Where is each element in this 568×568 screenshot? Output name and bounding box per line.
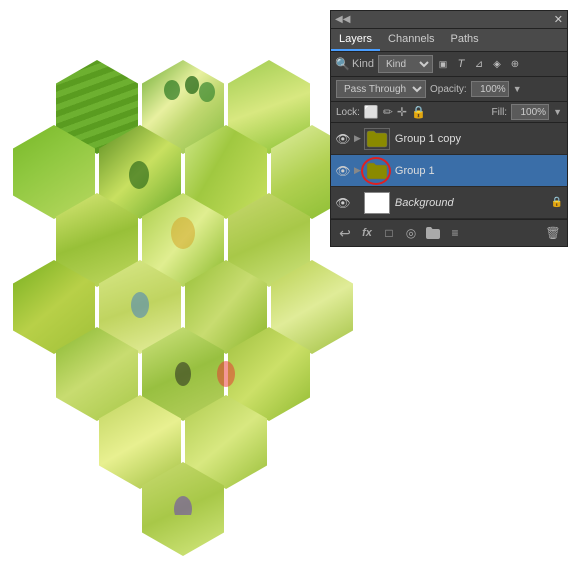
expand-icon-background: ▶ — [354, 197, 361, 208]
visibility-icon-background[interactable]: 👁 — [335, 195, 351, 211]
visibility-icon-group1[interactable]: 👁 — [335, 163, 351, 179]
fill-arrow[interactable]: ▼ — [553, 107, 562, 117]
layer-thumb-group1copy — [364, 128, 390, 150]
close-icon[interactable]: ✕ — [350, 13, 563, 26]
tab-paths[interactable]: Paths — [443, 29, 487, 51]
kind-label: Kind — [352, 58, 374, 70]
background-lock-icon: 🔒 — [551, 197, 563, 208]
lock-image-icon[interactable]: ✏ — [383, 105, 393, 119]
opacity-arrow[interactable]: ▼ — [513, 84, 522, 94]
expand-icon-group1copy[interactable]: ▶ — [354, 133, 361, 144]
layer-row-group1[interactable]: 👁 ▶ Group 1 — [331, 155, 567, 187]
link-icon[interactable]: ↩ — [336, 224, 354, 242]
icon-smart[interactable]: ⊕ — [507, 56, 523, 72]
folder-icon — [366, 130, 388, 148]
kind-toolbar: 🔍 Kind Kind ▣ T ⊿ ◈ ⊕ — [331, 52, 567, 77]
layer-name-background: Background — [393, 197, 548, 209]
panel-header: ◀◀ ✕ — [331, 11, 567, 29]
panel-bottom-toolbar: ↩ fx □ ◎ ≡ 🗑 — [331, 219, 567, 246]
expand-icon-group1[interactable]: ▶ — [354, 165, 361, 176]
lock-label: Lock: — [336, 107, 360, 118]
fill-label: Fill: — [492, 107, 508, 118]
icon-path[interactable]: ⊿ — [471, 56, 487, 72]
layer-thumb-background — [364, 192, 390, 214]
lock-row: Lock: ⬜ ✏ ✛ 🔒 Fill: ▼ — [331, 102, 567, 123]
lock-transparency-icon[interactable]: ⬜ — [364, 105, 379, 119]
lock-position-icon[interactable]: ✛ — [397, 105, 407, 119]
opacity-label: Opacity: — [430, 84, 467, 95]
search-icon: 🔍 — [335, 57, 350, 71]
properties-icon[interactable]: ≡ — [446, 224, 464, 242]
layer-row-group1copy[interactable]: 👁 ▶ Group 1 copy — [331, 123, 567, 155]
blend-mode-dropdown[interactable]: Pass Through Normal Multiply Screen — [336, 80, 426, 98]
lock-all-icon[interactable]: 🔒 — [411, 105, 426, 119]
folder-new-icon — [426, 227, 440, 239]
kind-dropdown[interactable]: Kind — [378, 55, 433, 73]
fx-icon[interactable]: fx — [358, 224, 376, 242]
layer-row-background[interactable]: 👁 ▶ Background 🔒 — [331, 187, 567, 219]
tab-layers[interactable]: Layers — [331, 29, 380, 51]
layer-name-group1copy: Group 1 copy — [393, 133, 563, 145]
icon-type[interactable]: T — [453, 56, 469, 72]
icon-effect[interactable]: ◈ — [489, 56, 505, 72]
opacity-input[interactable] — [471, 81, 509, 97]
folder-icon-group1 — [366, 162, 388, 180]
group-icon[interactable] — [424, 224, 442, 242]
icon-pixel[interactable]: ▣ — [435, 56, 451, 72]
collapse-icon[interactable]: ◀◀ — [335, 14, 350, 25]
mask-icon[interactable]: □ — [380, 224, 398, 242]
visibility-icon-group1copy[interactable]: 👁 — [335, 131, 351, 147]
panel-tabs: Layers Channels Paths — [331, 29, 567, 52]
layer-thumb-group1 — [364, 160, 390, 182]
layer-name-group1: Group 1 — [393, 165, 563, 177]
layers-panel: ◀◀ ✕ Layers Channels Paths 🔍 Kind Kind ▣… — [330, 10, 568, 247]
delete-layer-icon[interactable]: 🗑 — [544, 224, 562, 242]
adjustment-icon[interactable]: ◎ — [402, 224, 420, 242]
blend-row: Pass Through Normal Multiply Screen Opac… — [331, 77, 567, 102]
tab-channels[interactable]: Channels — [380, 29, 442, 51]
fill-input[interactable] — [511, 104, 549, 120]
